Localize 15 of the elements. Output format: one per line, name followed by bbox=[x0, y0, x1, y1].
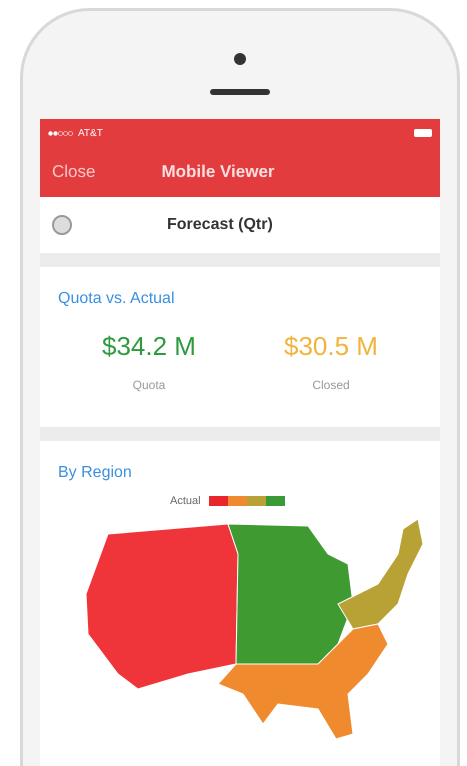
metric-value: $30.5 M bbox=[284, 330, 378, 363]
card-title: Quota vs. Actual bbox=[58, 289, 176, 309]
metric-value: $34.2 M bbox=[102, 330, 196, 363]
camera-icon bbox=[234, 53, 246, 65]
battery-icon bbox=[414, 129, 432, 137]
metric-label: Closed bbox=[312, 377, 350, 394]
header-title: Forecast (Qtr) bbox=[167, 215, 273, 235]
metric-label: Quota bbox=[132, 377, 166, 394]
carrier-text: AT&T bbox=[78, 126, 103, 140]
legend-label: Actual bbox=[170, 494, 201, 509]
card-title: By Region bbox=[58, 463, 133, 483]
close-button[interactable]: Close bbox=[52, 159, 96, 185]
signal-icon bbox=[48, 130, 74, 136]
nav-title: Mobile Viewer bbox=[161, 161, 275, 184]
speaker-icon bbox=[210, 89, 270, 95]
